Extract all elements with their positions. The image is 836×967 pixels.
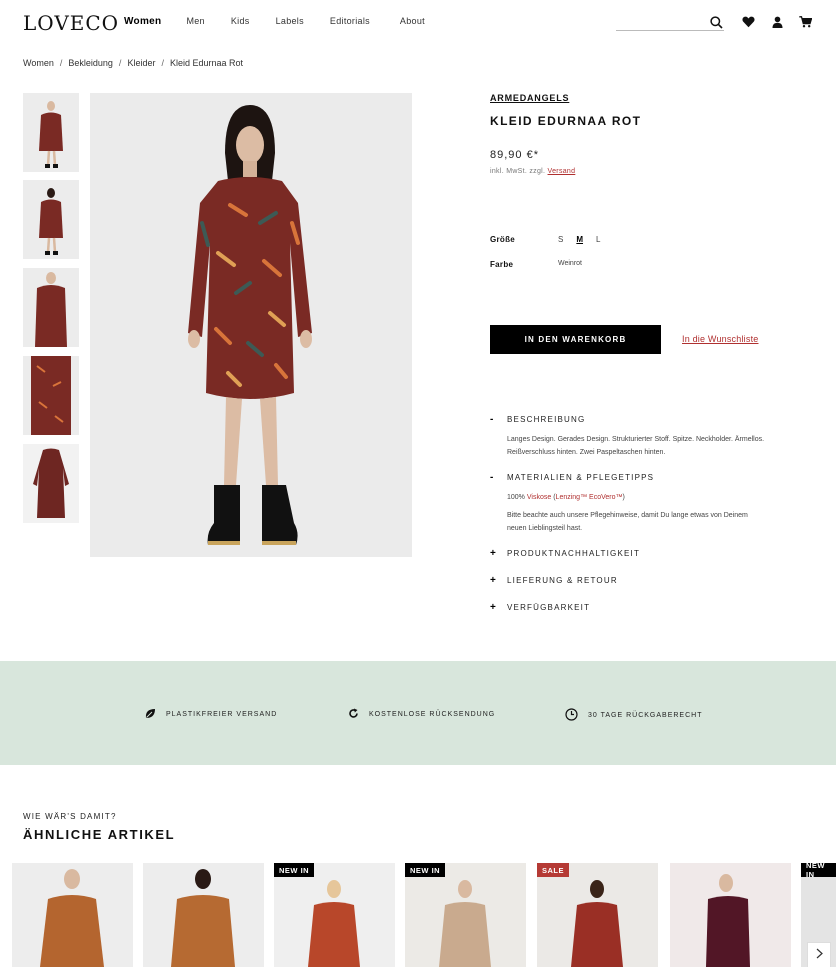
- product-title: KLEID EDURNAA ROT: [490, 114, 642, 128]
- gallery-thumbnail-2[interactable]: [23, 180, 79, 259]
- product-card[interactable]: [143, 863, 264, 967]
- product-card[interactable]: SALE: [537, 863, 658, 967]
- size-selector: S M L: [558, 235, 600, 244]
- accordion-sustainability-header[interactable]: + PRODUKTNACHHALTIGKEIT: [490, 548, 640, 559]
- gallery-thumbnail-5[interactable]: [23, 444, 79, 523]
- collapse-icon: -: [490, 472, 494, 483]
- nav-item-editorials[interactable]: Editorials: [330, 16, 370, 27]
- feature-plastic-free: PLASTIKFREIER VERSAND: [145, 708, 277, 721]
- accordion-sustainability-title: PRODUKTNACHHALTIGKEIT: [507, 549, 641, 558]
- site-header: LOVECO Women Men Kids Labels Editorials …: [0, 0, 836, 46]
- material-lenzing-link[interactable]: Lenzing™: [556, 494, 588, 501]
- similar-heading: ÄHNLICHE ARTIKEL: [23, 827, 176, 842]
- tax-note: inkl. MwSt. zzgl. Versand: [490, 168, 575, 175]
- breadcrumb-separator: /: [161, 58, 164, 68]
- nav-item-women[interactable]: Women: [124, 16, 161, 27]
- nav-item-about[interactable]: About: [400, 16, 425, 27]
- materials-composition: 100% Viskose (Lenzing™ EcoVero™): [507, 492, 767, 505]
- expand-icon: +: [490, 575, 496, 586]
- product-main-image[interactable]: [90, 93, 412, 557]
- description-text: Langes Design. Gerades Design. Strukturi…: [507, 436, 765, 456]
- feature-return-period: 30 TAGE RÜCKGABERECHT: [565, 708, 703, 723]
- breadcrumb-item-kleider[interactable]: Kleider: [127, 58, 155, 68]
- accordion-materials-title: MATERIALIEN & PFLEGETIPPS: [507, 473, 655, 482]
- size-label: Größe: [490, 235, 516, 244]
- accordion-delivery-header[interactable]: + LIEFERUNG & RETOUR: [490, 575, 618, 586]
- breadcrumb-separator: /: [118, 58, 122, 68]
- gallery-thumbnail-4[interactable]: [23, 356, 79, 435]
- accordion-description-header[interactable]: - BESCHREIBUNG: [490, 414, 585, 425]
- nav-item-men[interactable]: Men: [186, 16, 204, 27]
- accordion-delivery-title: LIEFERUNG & RETOUR: [507, 576, 618, 585]
- breadcrumb: Women / Bekleidung / Kleider / Kleid Edu…: [23, 58, 243, 68]
- main-nav: Women Men Kids Labels Editorials About: [124, 16, 425, 27]
- color-value: Weinrot: [558, 260, 582, 267]
- feature-return-period-label: 30 TAGE RÜCKGABERECHT: [588, 712, 703, 719]
- breadcrumb-separator: /: [59, 58, 63, 68]
- clock-icon: [565, 708, 588, 723]
- new-in-badge: NEW IN: [274, 863, 315, 877]
- size-option-m[interactable]: M: [576, 235, 583, 244]
- breadcrumb-item-women[interactable]: Women: [23, 58, 54, 68]
- refresh-icon: [348, 708, 369, 721]
- feature-free-returns: KOSTENLOSE RÜCKSENDUNG: [348, 708, 495, 721]
- product-card[interactable]: NEW IN: [405, 863, 526, 967]
- breadcrumb-item-bekleidung[interactable]: Bekleidung: [68, 58, 113, 68]
- cart-icon[interactable]: [797, 14, 813, 30]
- color-label: Farbe: [490, 260, 514, 269]
- add-to-cart-button[interactable]: IN DEN WARENKORB: [490, 325, 661, 354]
- material-viskose-link[interactable]: Viskose: [527, 494, 551, 501]
- similar-subheading: WIE WÄR'S DAMIT?: [23, 812, 117, 821]
- paren-close: ): [622, 494, 625, 501]
- product-price: 89,90 €*: [490, 149, 539, 161]
- logo[interactable]: LOVECO: [23, 11, 119, 35]
- size-option-s[interactable]: S: [558, 235, 563, 244]
- breadcrumb-item-current: Kleid Edurnaa Rot: [169, 58, 244, 68]
- sale-badge: SALE: [537, 863, 570, 877]
- product-card[interactable]: [12, 863, 133, 967]
- material-percentage: 100%: [507, 494, 525, 501]
- add-to-wishlist-link[interactable]: In die Wunschliste: [682, 334, 758, 344]
- accordion-description-title: BESCHREIBUNG: [507, 415, 586, 424]
- new-in-badge: NEW IN: [405, 863, 446, 877]
- product-card[interactable]: [670, 863, 791, 967]
- tax-note-text: inkl. MwSt. zzgl.: [490, 168, 546, 175]
- accordion-availability-header[interactable]: + VERFÜGBARKEIT: [490, 602, 590, 613]
- account-icon[interactable]: [769, 14, 785, 30]
- gallery-thumbnail-3[interactable]: [23, 268, 79, 347]
- feature-plastic-free-label: PLASTIKFREIER VERSAND: [166, 711, 278, 718]
- collapse-icon: -: [490, 414, 494, 425]
- brand-link[interactable]: ARMEDANGELS: [490, 93, 569, 103]
- search-input[interactable]: [616, 16, 706, 32]
- accordion-materials-header[interactable]: - MATERIALIEN & PFLEGETIPPS: [490, 472, 654, 483]
- feature-free-returns-label: KOSTENLOSE RÜCKSENDUNG: [369, 711, 496, 718]
- product-card[interactable]: NEW IN: [274, 863, 395, 967]
- accordion-availability-title: VERFÜGBARKEIT: [507, 603, 591, 612]
- care-text: Bitte beachte auch unsere Pflegehinweise…: [507, 512, 748, 532]
- new-in-badge: NEW IN: [801, 863, 836, 879]
- size-option-l[interactable]: L: [596, 235, 600, 244]
- leaf-icon: [145, 708, 166, 721]
- search-icon[interactable]: [708, 14, 724, 30]
- expand-icon: +: [490, 602, 496, 613]
- shipping-link[interactable]: Versand: [548, 168, 576, 175]
- carousel-next-button[interactable]: [807, 942, 831, 967]
- chevron-right-icon: [816, 946, 823, 964]
- expand-icon: +: [490, 548, 496, 559]
- nav-item-labels[interactable]: Labels: [276, 16, 304, 27]
- heart-icon[interactable]: [740, 14, 756, 30]
- material-ecovero-link[interactable]: EcoVero™: [589, 494, 622, 501]
- nav-item-kids[interactable]: Kids: [231, 16, 250, 27]
- gallery-thumbnail-1[interactable]: [23, 93, 79, 172]
